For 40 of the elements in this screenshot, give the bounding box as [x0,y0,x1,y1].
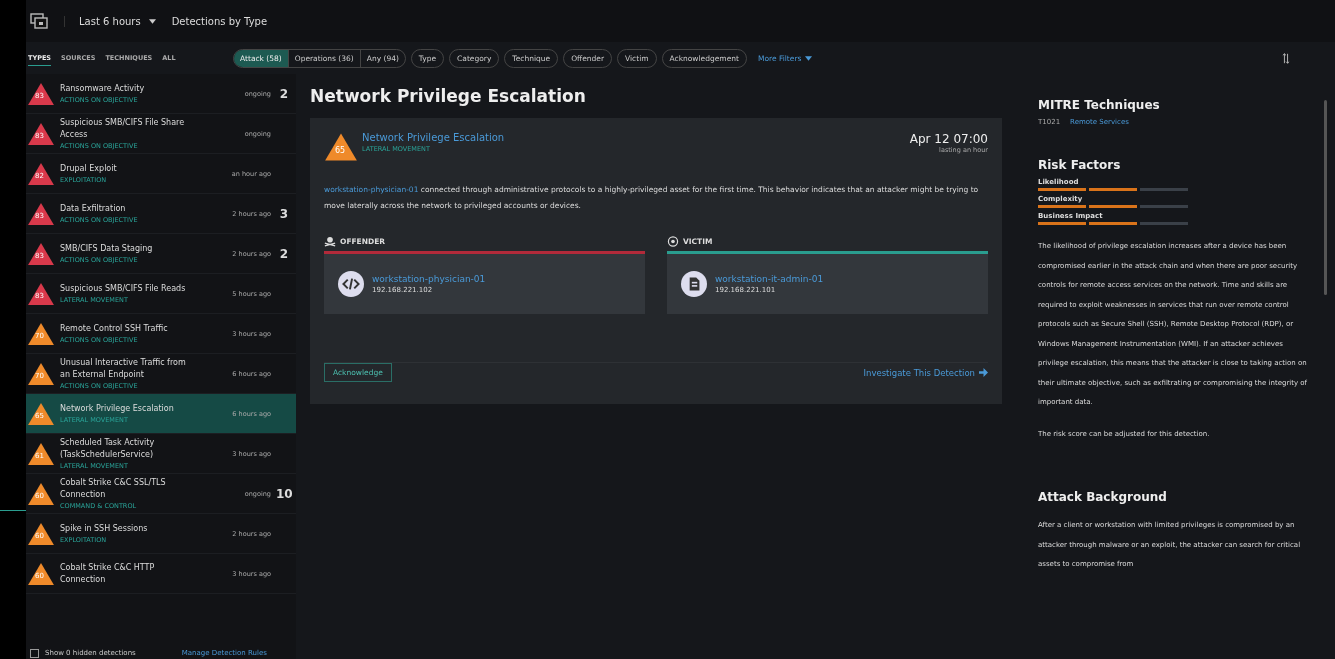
host-link[interactable]: workstation-it-admin-01 [715,274,824,284]
skull-icon [324,236,336,247]
time-range-dropdown[interactable]: Last 6 hours [64,15,156,27]
arrow-right-icon[interactable] [979,368,988,377]
target-icon [667,236,679,247]
investigate-link[interactable]: Investigate This Detection [863,367,975,378]
count-label: 2 [278,246,290,261]
detection-title-link[interactable]: Network Privilege Escalation [362,132,906,143]
detection-title: Cobalt Strike C&C SSL/TLS Connection [60,477,167,501]
detection-title: Data Exfiltration [60,203,127,215]
detection-title: Spike in SSH Sessions [60,523,149,535]
scrollbar[interactable] [1324,100,1327,295]
view-title: Detections by Type [171,15,268,27]
detection-title: Suspicious SMB/CIFS File Reads [60,283,187,295]
caret-icon [805,55,813,61]
section-heading: Risk Factors [1038,158,1122,172]
date-text: Apr 12 07:00 [909,132,988,146]
count-label: 3 [278,206,290,221]
caret-icon [148,18,156,24]
count-label: 2 [278,86,290,101]
detection-title: Unusual Interactive Traffic from an External Endpoint [60,357,187,381]
section-heading: MITRE Techniques [1038,98,1161,112]
checkbox[interactable] [30,648,39,658]
detection-title: Suspicious SMB/CIFS File Share Access [60,117,186,141]
score-text: 65 [335,146,346,155]
sort-icon[interactable] [1282,52,1290,64]
dashboard-icon[interactable] [30,13,48,29]
section-heading: Attack Background [1038,490,1168,504]
count-label: 10 [276,486,292,501]
detection-title: Remote Control SSH Traffic [60,323,169,335]
detection-title: Scheduled Task Activity (TaskSchedulerService) [60,437,156,461]
code-icon [338,271,364,297]
host-link[interactable]: workstation-physician-01 [372,274,486,284]
detection-title: Cobalt Strike C&C HTTP Connection [60,561,156,586]
detection-title: Ransomware Activity [60,83,146,95]
detection-title: Drupal Exploit [60,163,118,175]
document-icon [681,271,707,297]
detection-title: SMB/CIFS Data Staging [60,243,154,255]
detection-title: Network Privilege Escalation [60,403,175,415]
detection-heading: Network Privilege Escalation [310,86,587,106]
